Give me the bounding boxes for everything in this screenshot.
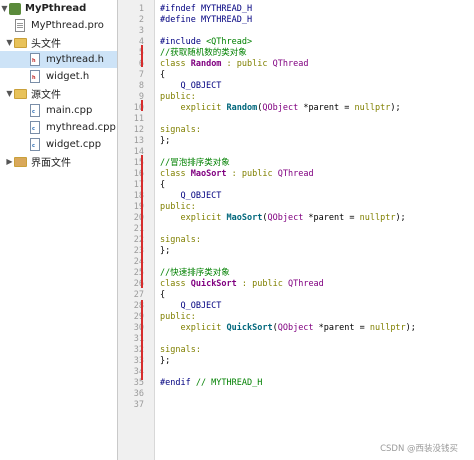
code-line: #define MYTHREAD_H [160, 15, 253, 25]
code-line: { [160, 180, 166, 190]
tree-item-label: MyPthread [25, 3, 87, 14]
folder-icon [14, 155, 27, 168]
code-line: explicit QuickSort(QObject *parent = nul… [160, 323, 416, 333]
code-line: Q_OBJECT [160, 191, 222, 201]
code-comment: //快速排序类对象 [160, 268, 230, 278]
tree-item-label: mythread.cpp [46, 122, 116, 133]
code-line: Q_OBJECT [160, 81, 222, 91]
code-line: #ifndef MYTHREAD_H [160, 4, 253, 14]
chevron-down-icon[interactable]: ▼ [0, 4, 9, 13]
code-line: signals: [160, 345, 201, 355]
tree-item-widget-cpp[interactable]: c widget.cpp [29, 136, 101, 153]
project-tree[interactable]: ▼ MyPthread MyPthread.pro ▼ 头文件 h mythre… [0, 0, 118, 460]
code-line: class MaoSort : public QThread [160, 169, 314, 179]
code-line: explicit Random(QObject *parent = nullpt… [160, 103, 401, 113]
code-editor[interactable]: #ifndef MYTHREAD_H #define MYTHREAD_H #i… [156, 0, 474, 460]
tree-folder-forms[interactable]: ▶ 界面文件 [5, 153, 71, 170]
code-line: }; [160, 246, 171, 256]
cpp-file-icon: c [29, 121, 42, 134]
tree-item-pro-file[interactable]: MyPthread.pro [14, 17, 104, 34]
chevron-down-icon[interactable]: ▼ [5, 89, 14, 98]
cpp-file-icon: c [29, 104, 42, 117]
line-number: 2 [138, 15, 144, 25]
tree-item-mythread-cpp[interactable]: c mythread.cpp [29, 119, 116, 136]
header-file-icon: h [29, 53, 42, 66]
code-line: explicit MaoSort(QObject *parent = nullp… [160, 213, 406, 223]
code-line: class Random : public QThread [160, 59, 309, 69]
tree-item-label: widget.cpp [46, 139, 102, 150]
line-number: 8 [138, 81, 144, 91]
tree-item-widget-h[interactable]: h widget.h [29, 68, 89, 85]
change-marker [141, 155, 143, 288]
line-number: 12 [133, 125, 144, 135]
tree-item-mythread-h[interactable]: h mythread.h [0, 51, 117, 68]
code-line: { [160, 70, 166, 80]
line-number: 13 [133, 136, 144, 146]
code-line: public: [160, 202, 196, 212]
code-line: Q_OBJECT [160, 301, 222, 311]
code-line: }; [160, 136, 171, 146]
line-number: 36 [133, 389, 144, 399]
change-marker [141, 300, 143, 380]
tree-project-root[interactable]: ▼ MyPthread [0, 0, 86, 17]
code-line: public: [160, 312, 196, 322]
line-number: 1 [138, 4, 144, 14]
tree-folder-headers[interactable]: ▼ 头文件 [5, 34, 61, 51]
folder-icon [14, 87, 27, 100]
code-comment: //获取随机数的类对象 [160, 48, 247, 58]
chevron-right-icon[interactable]: ▶ [5, 157, 14, 166]
code-line: public: [160, 92, 196, 102]
tree-item-label: 源文件 [31, 90, 61, 101]
folder-icon [14, 36, 27, 49]
project-icon [9, 2, 21, 15]
tree-folder-sources[interactable]: ▼ 源文件 [5, 85, 61, 102]
chevron-down-icon[interactable]: ▼ [5, 38, 14, 47]
code-line: }; [160, 356, 171, 366]
line-number: 3 [138, 26, 144, 36]
code-line: class QuickSort : public QThread [160, 279, 324, 289]
tree-item-label: MyPthread.pro [31, 20, 104, 31]
tree-item-label: main.cpp [46, 105, 93, 116]
header-file-icon: h [29, 70, 42, 83]
tree-item-label: 头文件 [31, 39, 61, 50]
tree-item-main-cpp[interactable]: c main.cpp [29, 102, 92, 119]
change-marker [141, 45, 143, 67]
pro-file-icon [14, 19, 27, 32]
tree-item-label: mythread.h [46, 54, 104, 65]
tree-item-label: widget.h [46, 71, 90, 82]
line-number-gutter[interactable]: 1234567891011121314151617181920212223242… [118, 0, 155, 460]
cpp-file-icon: c [29, 138, 42, 151]
line-number: 7 [138, 70, 144, 80]
tree-item-label: 界面文件 [31, 158, 71, 169]
code-line: signals: [160, 125, 201, 135]
watermark: CSDN @西装没钱买 [380, 444, 458, 454]
code-line: { [160, 290, 166, 300]
code-line: #endif // MYTHREAD_H [160, 378, 263, 388]
line-number: 37 [133, 400, 144, 410]
code-line: signals: [160, 235, 201, 245]
code-line: #include <QThread> [160, 37, 253, 47]
line-number: 11 [133, 114, 144, 124]
code-comment: //冒泡排序类对象 [160, 158, 230, 168]
change-marker [141, 100, 143, 111]
